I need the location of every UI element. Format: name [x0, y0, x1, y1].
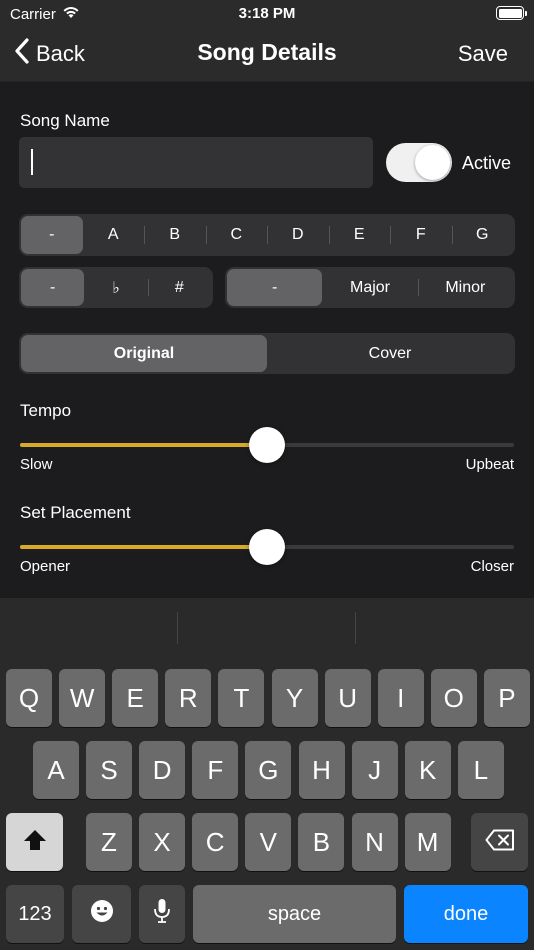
tempo-slider[interactable]: [20, 427, 514, 463]
toggle-knob: [415, 145, 450, 180]
tempo-max-label: Upbeat: [465, 456, 514, 473]
key-r[interactable]: R: [165, 669, 212, 727]
segment-option[interactable]: -: [21, 216, 83, 254]
segment-option[interactable]: G: [451, 216, 514, 254]
key-q[interactable]: Q: [6, 669, 52, 727]
key-t[interactable]: T: [218, 669, 265, 727]
active-label: Active: [462, 153, 512, 173]
segment-option[interactable]: F: [390, 216, 452, 254]
segment-option[interactable]: -: [227, 269, 323, 306]
text-caret: [31, 149, 33, 175]
placement-max-label: Closer: [470, 558, 514, 575]
key-z[interactable]: Z: [86, 813, 132, 871]
backspace-icon: [485, 827, 515, 858]
tempo-label: Tempo: [20, 401, 72, 420]
shift-icon: [23, 827, 47, 858]
key-s[interactable]: S: [86, 741, 133, 799]
segment-option[interactable]: D: [267, 216, 329, 254]
key-o[interactable]: O: [430, 669, 477, 727]
key-d[interactable]: D: [139, 741, 186, 799]
segment-option[interactable]: E: [328, 216, 391, 254]
key-y[interactable]: Y: [271, 669, 318, 727]
dictation-key[interactable]: [139, 885, 185, 943]
key-v[interactable]: V: [245, 813, 292, 871]
version-segmented-control: Original Cover: [19, 333, 515, 374]
save-button[interactable]: Save: [458, 41, 508, 67]
key-e[interactable]: E: [112, 669, 159, 727]
key-k[interactable]: K: [404, 741, 451, 799]
navigation-bar: Back Song Details Save: [0, 28, 534, 82]
key-h[interactable]: H: [298, 741, 345, 799]
page-title: Song Details: [197, 39, 337, 65]
emoji-icon: [90, 899, 114, 930]
predictive-text-bar[interactable]: [0, 598, 534, 660]
accidental-segmented-control: - ♭ #: [19, 267, 213, 308]
mode-segmented-control: - Major Minor: [225, 267, 515, 308]
segment-option[interactable]: -: [21, 269, 85, 306]
set-placement-slider[interactable]: [20, 529, 514, 565]
key-l[interactable]: L: [457, 741, 504, 799]
segment-option[interactable]: Minor: [417, 269, 513, 306]
key-b[interactable]: B: [298, 813, 345, 871]
key-x[interactable]: X: [139, 813, 186, 871]
segment-option[interactable]: Cover: [267, 335, 513, 372]
status-bar: Carrier 3:18 PM: [0, 0, 534, 28]
key-c[interactable]: C: [192, 813, 239, 871]
slider-thumb[interactable]: [249, 529, 285, 565]
segment-option[interactable]: C: [205, 216, 268, 254]
tempo-min-label: Slow: [20, 456, 53, 473]
key-g[interactable]: G: [245, 741, 292, 799]
status-time: 3:18 PM: [238, 5, 296, 22]
predictive-divider: [355, 612, 356, 644]
key-m[interactable]: M: [404, 813, 451, 871]
segment-option[interactable]: B: [144, 216, 206, 254]
emoji-key[interactable]: [72, 885, 131, 943]
backspace-key[interactable]: [471, 813, 528, 871]
segment-option[interactable]: A: [83, 216, 145, 254]
segment-option[interactable]: Original: [21, 335, 267, 372]
key-note-segmented-control: -ABCDEFG: [19, 214, 515, 256]
key-p[interactable]: P: [483, 669, 530, 727]
song-name-input[interactable]: [19, 137, 373, 188]
active-toggle[interactable]: [386, 143, 452, 182]
key-w[interactable]: W: [59, 669, 106, 727]
segment-option[interactable]: #: [147, 269, 211, 306]
keyboard: 123 space done QWERTYUIOP ASDFGHJKL ZXCVBN…: [0, 598, 534, 950]
key-i[interactable]: I: [377, 669, 424, 727]
space-key[interactable]: space: [193, 885, 396, 943]
slider-thumb[interactable]: [249, 427, 285, 463]
slider-fill: [20, 545, 267, 549]
key-f[interactable]: F: [192, 741, 239, 799]
predictive-divider: [177, 612, 178, 644]
segment-option[interactable]: Major: [322, 269, 417, 306]
key-u[interactable]: U: [324, 669, 371, 727]
key-j[interactable]: J: [351, 741, 398, 799]
set-placement-label: Set Placement: [20, 503, 131, 522]
done-key[interactable]: done: [404, 885, 528, 943]
key-n[interactable]: N: [351, 813, 398, 871]
battery-icon: [496, 6, 527, 20]
key-a[interactable]: A: [33, 741, 79, 799]
song-name-label: Song Name: [20, 111, 110, 130]
placement-min-label: Opener: [20, 558, 71, 575]
shift-key[interactable]: [6, 813, 63, 871]
numbers-key[interactable]: 123: [6, 885, 64, 943]
microphone-icon: [153, 898, 171, 931]
slider-fill: [20, 443, 267, 447]
segment-option[interactable]: ♭: [84, 269, 147, 306]
